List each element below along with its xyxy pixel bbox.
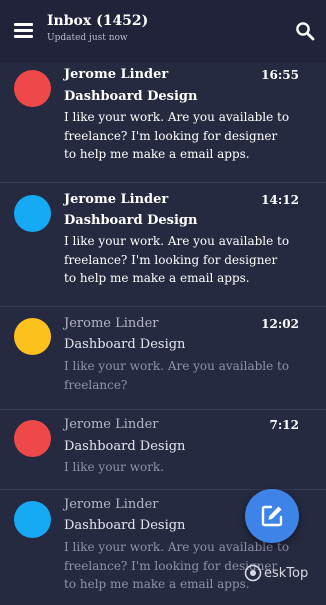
email-subject: Dashboard Design xyxy=(64,518,186,533)
search-icon[interactable] xyxy=(294,20,316,42)
avatar xyxy=(14,70,51,107)
email-subject: Dashboard Design xyxy=(64,337,186,352)
email-subject: Dashboard Design xyxy=(64,439,186,454)
email-item[interactable]: Jerome Linder 14:12 Dashboard Design I l… xyxy=(0,183,326,307)
watermark: eskTop xyxy=(244,563,326,583)
avatar xyxy=(14,420,51,457)
email-sender: Jerome Linder xyxy=(64,417,159,432)
email-time: 14:12 xyxy=(261,193,299,207)
email-preview: I like your work. Are you available to f… xyxy=(64,359,290,392)
avatar xyxy=(14,501,51,538)
email-item[interactable]: Jerome Linder 12:02 Dashboard Design I l… xyxy=(0,307,326,410)
email-preview: I like your work. Are you available to f… xyxy=(64,234,290,285)
email-sender: Jerome Linder xyxy=(64,316,159,331)
compose-icon xyxy=(261,505,283,527)
compose-button[interactable] xyxy=(245,489,299,543)
email-sender: Jerome Linder xyxy=(64,67,169,82)
email-time: 16:55 xyxy=(261,68,299,82)
avatar xyxy=(14,318,51,355)
menu-icon[interactable] xyxy=(14,23,33,38)
page-subtitle: Updated just now xyxy=(47,33,128,43)
page-title: Inbox (1452) xyxy=(47,13,149,29)
avatar xyxy=(14,195,51,232)
email-item[interactable]: Jerome Linder 7:12 Dashboard Design I li… xyxy=(0,410,326,490)
email-time: 12:02 xyxy=(261,317,299,331)
email-sender: Jerome Linder xyxy=(64,192,169,207)
email-preview: I like your work. Are you available to f… xyxy=(64,110,290,161)
app-header: Inbox (1452) Updated just now xyxy=(0,0,326,62)
email-preview: I like your work. xyxy=(64,460,165,474)
email-sender: Jerome Linder xyxy=(64,497,159,512)
email-item[interactable]: Jerome Linder 16:55 Dashboard Design I l… xyxy=(0,62,326,183)
email-subject: Dashboard Design xyxy=(64,89,198,104)
email-subject: Dashboard Design xyxy=(64,213,198,228)
email-time: 7:12 xyxy=(269,418,299,432)
watermark-text: eskTop xyxy=(264,565,309,581)
logo-icon xyxy=(244,564,262,582)
